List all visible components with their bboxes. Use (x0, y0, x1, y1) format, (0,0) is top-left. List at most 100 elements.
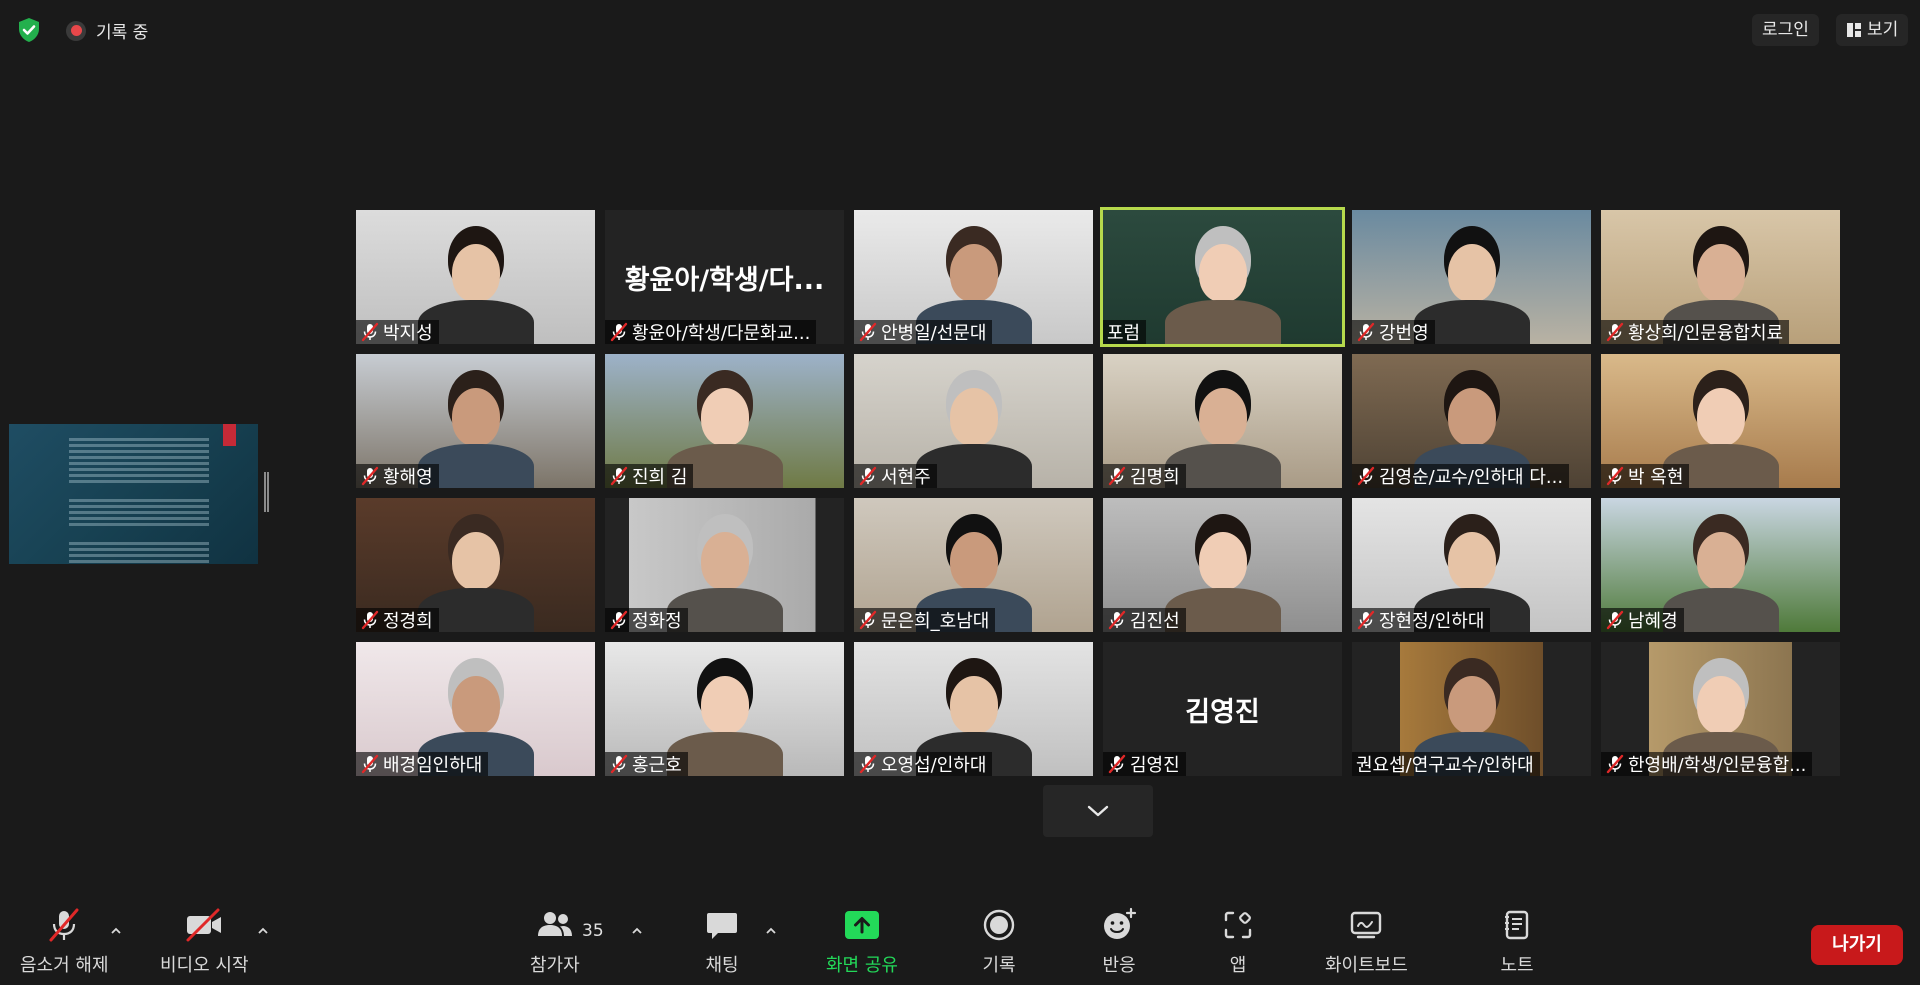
participant-name: 박 옥현 (1628, 467, 1684, 488)
participant-name: 서현주 (881, 467, 931, 488)
view-label: 보기 (1867, 20, 1899, 40)
participant-silhouette-head (950, 244, 998, 302)
zoom-meeting-window: 기록 중 로그인 보기 박지성 황윤아/학생/다... 황윤아/학생/다문화교...… (0, 0, 1920, 985)
mic-muted-icon (361, 610, 379, 630)
chat-options-caret-icon[interactable] (765, 925, 777, 937)
participant-tile[interactable]: 문은희_호남대 (854, 498, 1093, 632)
participant-name: 홍근호 (632, 755, 682, 776)
participant-name: 진희 김 (632, 467, 688, 488)
shared-screen-thumbnail[interactable] (9, 424, 258, 564)
participant-display-name: 김영진 (1185, 697, 1260, 728)
start-video-button[interactable]: 비디오 시작 (160, 905, 249, 977)
shield-check-icon[interactable] (14, 15, 44, 45)
grid-view-icon (1847, 23, 1861, 37)
participant-silhouette-head (950, 676, 998, 734)
chat-icon (707, 913, 737, 939)
participant-nameplate: 포럼 (1103, 320, 1147, 344)
participant-tile[interactable]: 황상희/인문융합치료 (1601, 210, 1840, 344)
participant-nameplate: 김영순/교수/인하대 다... (1352, 464, 1570, 488)
record-label: 기록 (982, 955, 1016, 976)
mic-muted-icon (1606, 754, 1624, 774)
participant-nameplate: 정경희 (356, 608, 439, 632)
whiteboard-icon (1351, 911, 1382, 939)
participant-name: 정경희 (383, 611, 433, 632)
participant-nameplate: 홍근호 (605, 752, 688, 776)
participant-silhouette-head (701, 532, 749, 590)
participant-tile[interactable]: 서현주 (854, 354, 1093, 488)
mic-muted-icon (610, 466, 628, 486)
slide-accent (223, 424, 236, 446)
participant-name: 오영섭/인하대 (881, 755, 987, 776)
participant-name: 김영진 (1130, 755, 1180, 776)
participant-silhouette-head (1448, 388, 1496, 446)
mic-muted-icon (610, 322, 628, 342)
participant-nameplate: 강번영 (1352, 320, 1435, 344)
leave-button[interactable]: 나가기 (1811, 925, 1903, 965)
start-video-label: 비디오 시작 (160, 955, 249, 976)
participant-silhouette-head (1199, 388, 1247, 446)
thumbnail-resize-handle[interactable] (264, 472, 269, 512)
participant-tile[interactable]: 황윤아/학생/다... 황윤아/학생/다문화교... (605, 210, 844, 344)
participant-tile[interactable]: 포럼 (1100, 207, 1345, 347)
mic-muted-icon (859, 610, 877, 630)
participant-tile[interactable]: 장현정/인하대 (1352, 498, 1591, 632)
participant-silhouette-head (1448, 532, 1496, 590)
participant-nameplate: 김명희 (1103, 464, 1186, 488)
participant-tile[interactable]: 김진선 (1103, 498, 1342, 632)
view-button[interactable]: 보기 (1836, 14, 1909, 46)
participants-button[interactable]: 참가자 (530, 905, 580, 977)
participant-silhouette-head (950, 532, 998, 590)
participant-tile[interactable]: 황해영 (356, 354, 595, 488)
participant-silhouette-head (1448, 676, 1496, 734)
participant-name: 정화정 (632, 611, 682, 632)
participant-tile[interactable]: 강번영 (1352, 210, 1591, 344)
mic-muted-icon (859, 322, 877, 342)
mic-muted-icon (49, 908, 79, 942)
more-participants-button[interactable] (1043, 785, 1153, 837)
participant-tile[interactable]: 진희 김 (605, 354, 844, 488)
participant-silhouette-head (452, 244, 500, 302)
participant-name: 한영배/학생/인문융합... (1628, 755, 1807, 776)
login-button[interactable]: 로그인 (1752, 14, 1819, 46)
whiteboard-button[interactable]: 화이트보드 (1325, 905, 1408, 977)
participant-tile[interactable]: 홍근호 (605, 642, 844, 776)
participant-count: 35 (582, 921, 604, 941)
unmute-button[interactable]: 음소거 해제 (20, 905, 109, 977)
mic-muted-icon (1606, 322, 1624, 342)
participant-tile[interactable]: 김영순/교수/인하대 다... (1352, 354, 1591, 488)
share-screen-icon (844, 911, 879, 939)
video-options-caret-icon[interactable] (257, 925, 269, 937)
reactions-button[interactable]: 반응 (1099, 905, 1139, 977)
chat-button[interactable]: 채팅 (702, 905, 742, 977)
participant-nameplate: 황해영 (356, 464, 439, 488)
participant-tile[interactable]: 권요셉/연구교수/인하대 (1352, 642, 1591, 776)
participant-nameplate: 안병일/선문대 (854, 320, 993, 344)
record-button[interactable]: 기록 (979, 905, 1019, 977)
apps-button[interactable]: 앱 (1218, 905, 1258, 977)
mic-muted-icon (1357, 610, 1375, 630)
participants-options-caret-icon[interactable] (631, 925, 643, 937)
participant-tile[interactable]: 박지성 (356, 210, 595, 344)
participant-nameplate: 남혜경 (1601, 608, 1684, 632)
participant-tile[interactable]: 한영배/학생/인문융합... (1601, 642, 1840, 776)
participant-nameplate: 김진선 (1103, 608, 1186, 632)
participant-silhouette-head (950, 388, 998, 446)
participant-tile[interactable]: 배경임인하대 (356, 642, 595, 776)
recording-indicator[interactable]: 기록 중 (66, 18, 148, 43)
participant-tile[interactable]: 김영진 김영진 (1103, 642, 1342, 776)
participant-tile[interactable]: 정화정 (605, 498, 844, 632)
mic-muted-icon (859, 466, 877, 486)
participant-tile[interactable]: 오영섭/인하대 (854, 642, 1093, 776)
participant-tile[interactable]: 안병일/선문대 (854, 210, 1093, 344)
notes-button[interactable]: 노트 (1497, 905, 1537, 977)
participant-tile[interactable]: 박 옥현 (1601, 354, 1840, 488)
apps-icon (1224, 911, 1252, 939)
mic-muted-icon (1108, 610, 1126, 630)
participant-name: 강번영 (1379, 323, 1429, 344)
participant-name: 박지성 (383, 323, 433, 344)
share-screen-button[interactable]: 화면 공유 (826, 905, 898, 977)
audio-options-caret-icon[interactable] (110, 925, 122, 937)
participant-tile[interactable]: 정경희 (356, 498, 595, 632)
participant-tile[interactable]: 남혜경 (1601, 498, 1840, 632)
participant-tile[interactable]: 김명희 (1103, 354, 1342, 488)
